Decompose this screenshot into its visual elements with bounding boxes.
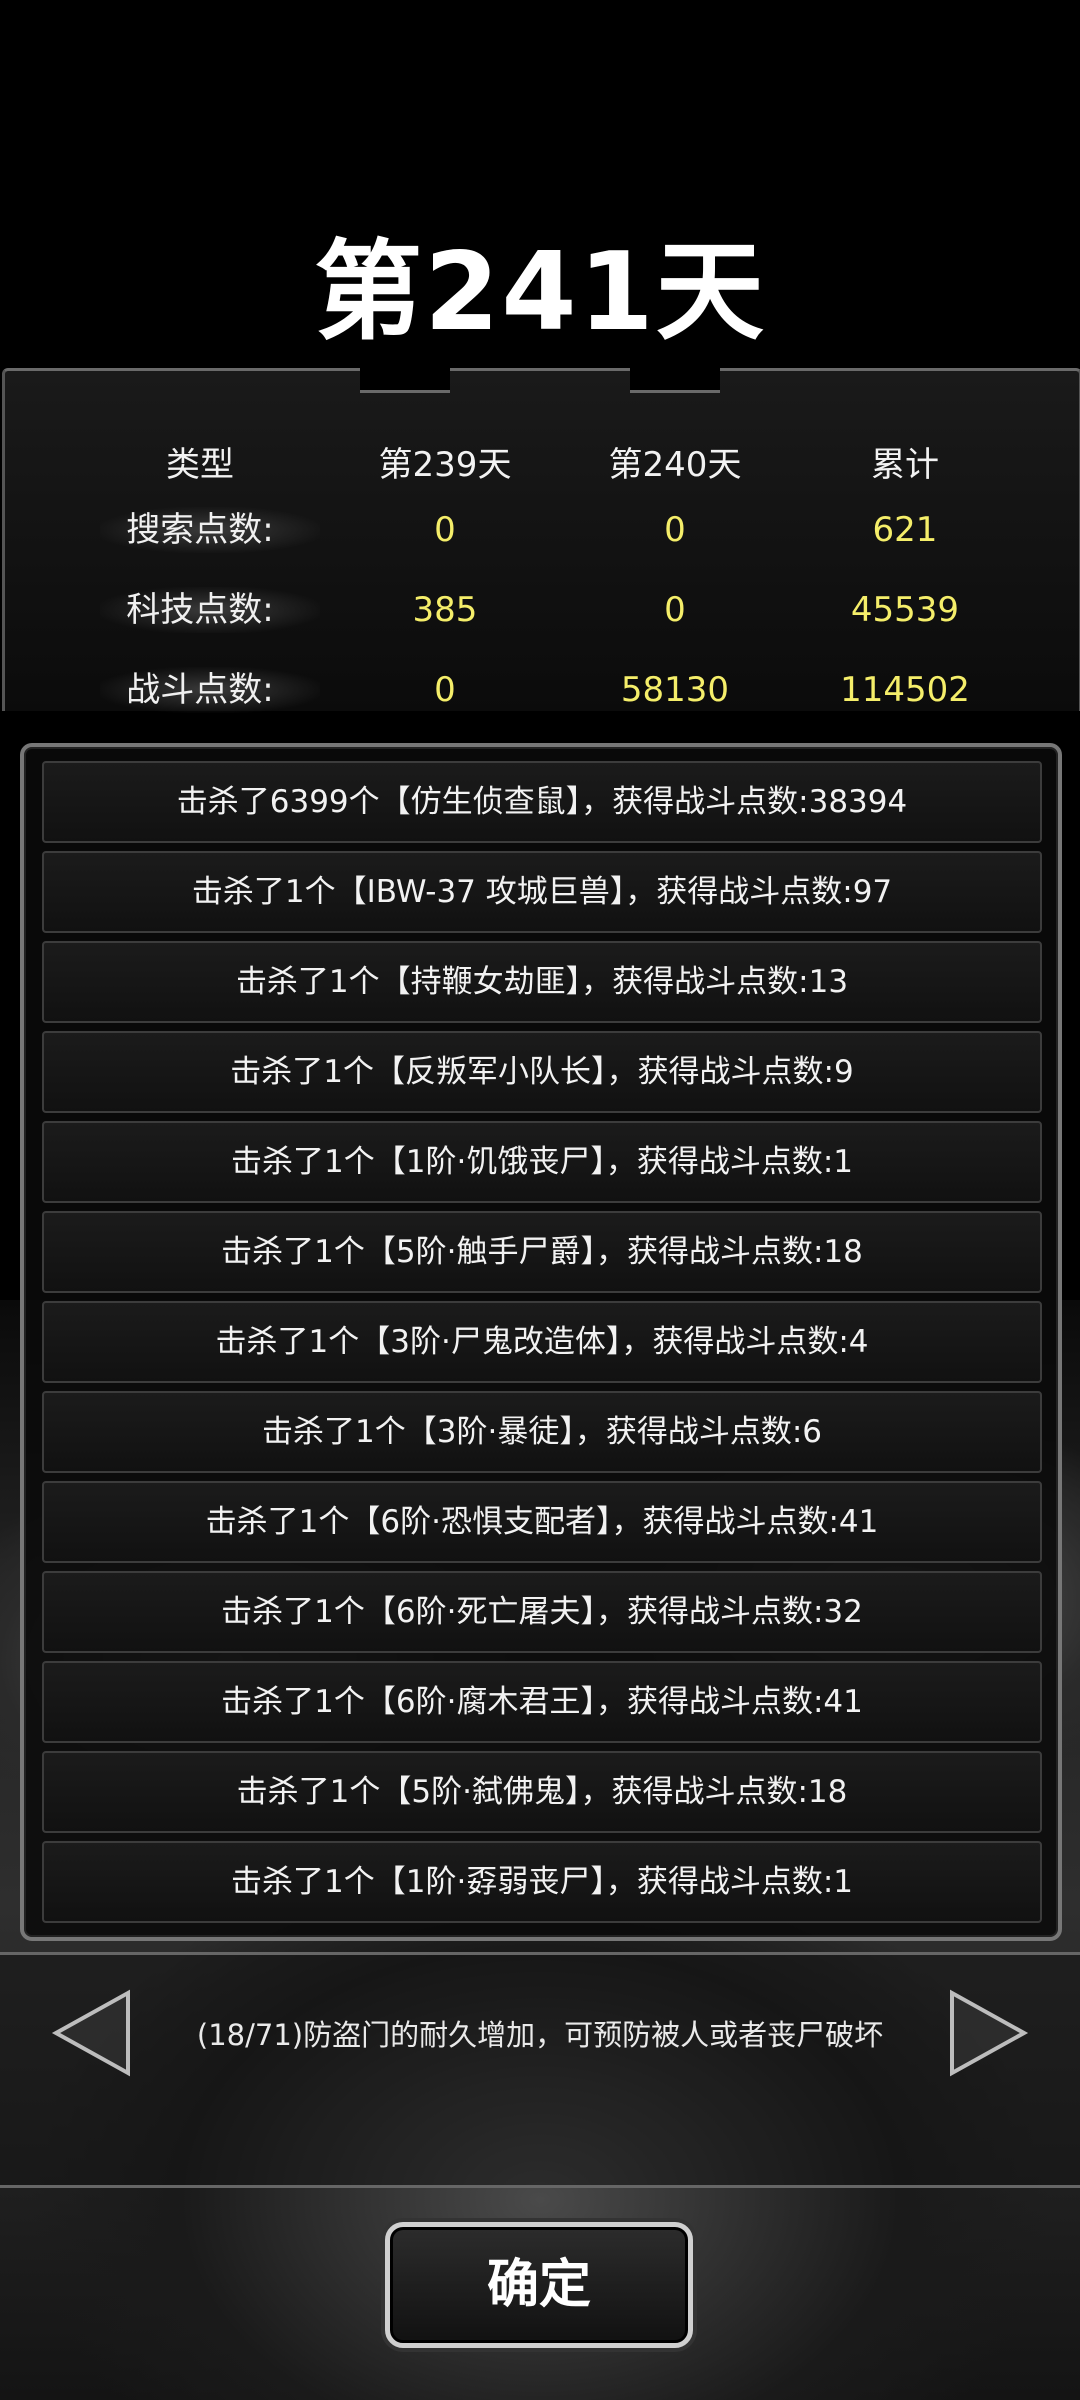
triangle-right-icon: [950, 1989, 1029, 2077]
stats-label: 科技点数:: [126, 590, 274, 630]
stats-total: 45539: [850, 590, 960, 630]
page-title: 第241天: [314, 230, 766, 355]
frame-notch-right: [630, 360, 720, 393]
header-day240: 第240天: [608, 445, 742, 485]
stats-row-tech: 科技点数: 385 0 45539: [0, 575, 1080, 645]
list-item: 击杀了1个【6阶·腐木君王】，获得战斗点数:41: [42, 1661, 1042, 1743]
list-item: 击杀了1个【1阶·孬弱丧尸】，获得战斗点数:1: [42, 1841, 1042, 1923]
stats-row-combat: 战斗点数: 0 58130 114502: [0, 655, 1080, 725]
list-item: 击杀了1个【5阶·弑佛鬼】，获得战斗点数:18: [42, 1751, 1042, 1833]
stats-value: 0: [434, 510, 456, 550]
list-item: 击杀了1个【1阶·饥饿丧尸】，获得战斗点数:1: [42, 1121, 1042, 1203]
list-item: 击杀了1个【5阶·触手尸爵】，获得战斗点数:18: [42, 1211, 1042, 1293]
stats-label: 搜索点数:: [126, 510, 274, 550]
tip-text: (18/71)防盗门的耐久增加，可预防被人或者丧尸破坏: [196, 2018, 884, 2052]
confirm-button[interactable]: 确定: [385, 2222, 693, 2348]
frame-notch-left: [360, 360, 450, 393]
list-item: 击杀了1个【反叛军小队长】，获得战斗点数:9: [42, 1031, 1042, 1113]
list-item: 击杀了6399个【仿生侦查鼠】，获得战斗点数:38394: [42, 761, 1042, 843]
next-tip-button[interactable]: [942, 1988, 1032, 2078]
stats-total: 114502: [840, 670, 970, 710]
stats-header-row: 类型 第239天 第240天 累计: [0, 430, 1080, 500]
stats-value: 385: [412, 590, 478, 630]
prev-tip-button[interactable]: [48, 1988, 138, 2078]
stats-value: 0: [664, 590, 686, 630]
stats-value: 0: [434, 670, 456, 710]
list-item: 击杀了1个【6阶·恐惧支配者】，获得战斗点数:41: [42, 1481, 1042, 1563]
list-item: 击杀了1个【IBW-37 攻城巨兽】，获得战斗点数:97: [42, 851, 1042, 933]
stats-value: 0: [664, 510, 686, 550]
kill-log-panel[interactable]: 击杀了6399个【仿生侦查鼠】，获得战斗点数:38394 击杀了1个【IBW-3…: [20, 743, 1062, 1941]
stats-value: 58130: [620, 670, 730, 710]
header-day239: 第239天: [378, 445, 512, 485]
list-item: 击杀了1个【6阶·死亡屠夫】，获得战斗点数:32: [42, 1571, 1042, 1653]
header-total: 累计: [871, 445, 939, 485]
list-item: 击杀了1个【3阶·尸鬼改造体】，获得战斗点数:4: [42, 1301, 1042, 1383]
list-item: 击杀了1个【3阶·暴徒】，获得战斗点数:6: [42, 1391, 1042, 1473]
header-type: 类型: [166, 445, 234, 485]
triangle-left-icon: [51, 1989, 130, 2077]
stats-label: 战斗点数:: [126, 670, 274, 710]
list-item: 击杀了1个【持鞭女劫匪】，获得战斗点数:13: [42, 941, 1042, 1023]
stats-total: 621: [872, 510, 938, 550]
stats-row-search: 搜索点数: 0 0 621: [0, 495, 1080, 565]
tip-frame: [0, 1952, 1080, 2188]
